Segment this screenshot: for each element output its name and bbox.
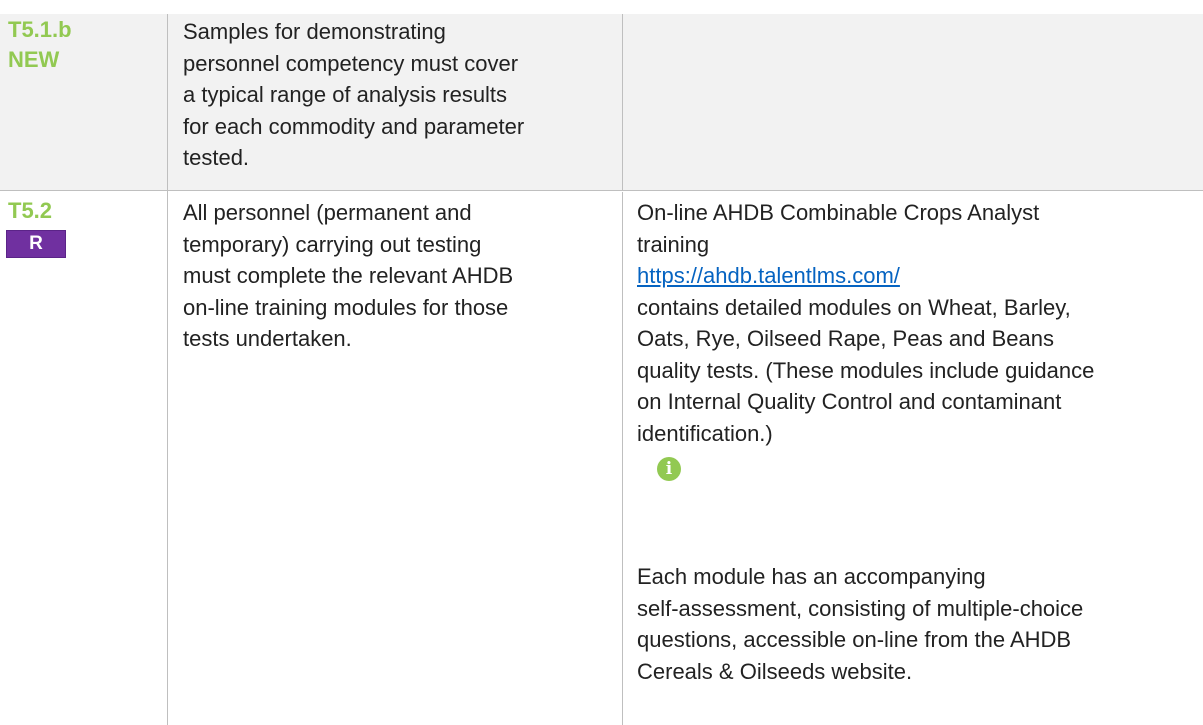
row-2-guidance: On-line AHDB Combinable Crops Analyst tr… (637, 197, 1094, 449)
requirement-line: on-line training modules for those (183, 294, 509, 320)
requirement-line: for each commodity and parameter (183, 113, 525, 139)
guidance-line: quality tests. (These modules include gu… (637, 357, 1095, 383)
requirements-table: T5.1.b NEW Samples for demonstrating per… (0, 0, 1203, 725)
training-link[interactable]: https://ahdb.talentlms.com/ (637, 263, 900, 288)
row-2-guidance-tail: Each module has an accompanying self-ass… (637, 561, 1083, 687)
row-2-requirement: All personnel (permanent and temporary) … (183, 197, 513, 355)
requirement-code: T5.1.b (8, 17, 72, 42)
requirement-code: T5.2 (8, 198, 53, 223)
guidance-line: Each module has an accompanying (637, 564, 986, 589)
requirement-line: tests undertaken. (183, 326, 352, 351)
guidance-line: Cereals & Oilseeds website. (637, 658, 913, 684)
guidance-line: On-line AHDB Combinable Crops Analyst (637, 200, 1040, 225)
row-1-code: T5.1.b NEW (8, 15, 72, 75)
r-badge: R (6, 230, 66, 258)
column-divider (622, 14, 623, 190)
guidance-line: identification.) (637, 420, 773, 446)
guidance-line: questions, accessible on-line from the A… (637, 627, 1072, 652)
requirement-line: All personnel (permanent and (183, 200, 472, 225)
column-divider (167, 14, 168, 725)
guidance-line: self-assessment, consisting of multiple-… (637, 595, 1084, 621)
column-divider (622, 192, 623, 725)
info-icon: i (657, 457, 681, 481)
requirement-line: temporary) carrying out testing (183, 231, 482, 257)
requirement-line: a typical range of analysis results (183, 82, 508, 107)
guidance-line: Oats, Rye, Oilseed Rape, Peas and Beans (637, 326, 1055, 351)
row-1-requirement: Samples for demonstrating personnel comp… (183, 16, 524, 174)
guidance-line: training (637, 231, 710, 257)
shaded-row-background (0, 14, 1203, 190)
requirement-line: personnel competency must cover (183, 50, 519, 76)
new-tag: NEW (8, 47, 60, 72)
guidance-line: contains detailed modules on Wheat, Barl… (637, 294, 1071, 320)
requirement-line: tested. (183, 145, 250, 170)
requirement-line: Samples for demonstrating (183, 19, 446, 44)
guidance-line: on Internal Quality Control and contamin… (637, 389, 1062, 414)
requirement-line: must complete the relevant AHDB (183, 263, 514, 288)
row-2-code: T5.2 (8, 196, 52, 226)
row-divider (0, 190, 1203, 191)
